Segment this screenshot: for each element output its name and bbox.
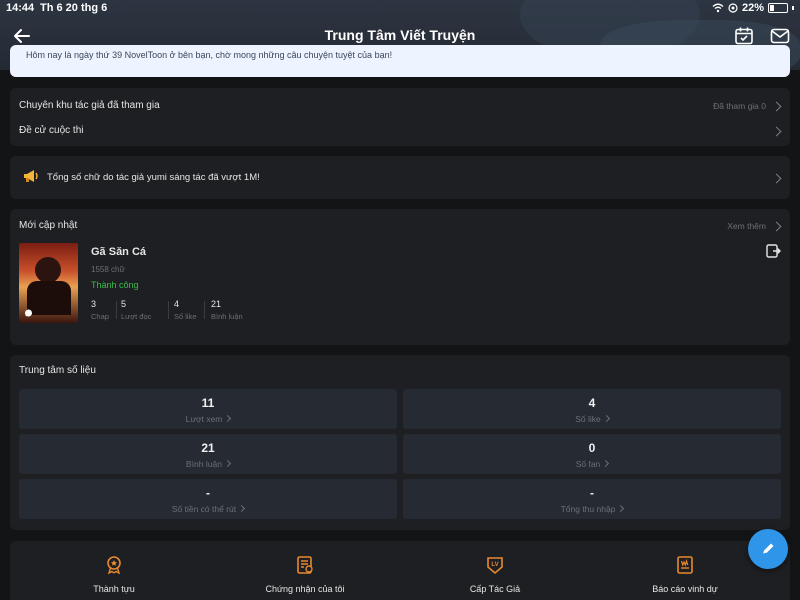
- author-level-label: Cấp Tác Giả: [469, 584, 521, 594]
- status-date: Th 6 20 thg 6: [40, 2, 108, 14]
- story-word-count: 1558 chữ: [91, 265, 125, 274]
- stat-fans-label: Số fan: [403, 459, 781, 469]
- my-certificates-button[interactable]: Chứng nhận của tôi: [235, 555, 375, 594]
- story-stat: 4 Số like: [174, 299, 204, 321]
- story-cover-figure: [35, 257, 61, 283]
- story-stat: 3 Chap: [91, 299, 115, 321]
- author-level-icon: LV: [487, 557, 503, 575]
- svg-text:LV: LV: [491, 562, 498, 568]
- story-stat-value: 4: [174, 299, 180, 309]
- calendar-button[interactable]: [733, 25, 755, 47]
- status-indicators: 22%: [712, 2, 794, 14]
- author-menu-card: Chuyên khu tác giả đã tham gia Đã tham g…: [10, 88, 790, 146]
- announcement-text: Tổng số chữ do tác giả yumi sáng tác đã …: [47, 172, 260, 183]
- chevron-right-icon: [771, 221, 782, 232]
- story-name[interactable]: Gã Săn Cá: [91, 246, 146, 258]
- story-stat: 21 Bình luận: [211, 299, 255, 321]
- pencil-icon: [762, 543, 774, 555]
- battery-nub: [792, 6, 794, 10]
- comment-icon: [25, 309, 32, 317]
- see-more-link[interactable]: Xem thêm: [727, 221, 766, 231]
- achievements-button[interactable]: Thành tựu: [44, 555, 184, 594]
- stat-likes-label: Số like: [403, 414, 781, 424]
- contest-nomination-row[interactable]: Đề cử cuộc thi: [10, 123, 790, 139]
- stat-views-label: Lượt xem: [19, 414, 397, 424]
- stat-fans-value: 0: [588, 441, 596, 455]
- recent-updates-card: Mới cập nhật Xem thêm Gã Săn Cá 1558 chữ…: [10, 209, 790, 345]
- story-stat-label: Số like: [174, 312, 197, 321]
- mail-icon: [770, 28, 790, 44]
- stat-total-income-value: -: [590, 486, 594, 500]
- author-level-button[interactable]: LV Cấp Tác Giả: [425, 555, 565, 594]
- story-stats: 3 Chap 5 Lượt đọc 4 Số like 21 Bình luận: [91, 299, 291, 323]
- page-title: Trung Tâm Viết Truyện: [324, 27, 476, 43]
- stat-withdrawable[interactable]: - Số tiền có thể rút: [19, 479, 397, 519]
- stat-views-value: 11: [201, 396, 215, 410]
- story-stat-label: Chap: [91, 312, 109, 321]
- stat-total-income[interactable]: - Tổng thu nhập: [403, 479, 781, 519]
- stat-comments-label: Bình luận: [19, 459, 397, 469]
- welcome-banner-text: Hôm nay là ngày thứ 39 NovelToon ở bên b…: [26, 50, 393, 60]
- my-certificates-label: Chứng nhận của tôi: [265, 584, 345, 594]
- medal-icon: [107, 556, 121, 575]
- story-stat-value: 3: [91, 299, 97, 309]
- battery-icon: [768, 3, 788, 13]
- story-stat-value: 21: [211, 299, 222, 309]
- export-icon[interactable]: [765, 243, 781, 259]
- chevron-right-icon: [771, 101, 782, 112]
- honor-report-label: Báo cáo vinh dự: [652, 584, 718, 594]
- stat-comments-value: 21: [201, 441, 215, 455]
- chevron-right-icon: [771, 173, 782, 184]
- mail-button[interactable]: [769, 25, 791, 47]
- status-time: 14:44: [6, 2, 35, 14]
- battery-percent: 22%: [741, 2, 764, 14]
- honor-report-button[interactable]: Báo cáo vinh dự: [615, 555, 755, 594]
- author-zone-label: Chuyên khu tác giả đã tham gia: [19, 100, 160, 111]
- stat-likes[interactable]: 4 Số like: [403, 389, 781, 429]
- story-stat-label: Lượt đọc: [121, 312, 152, 321]
- status-bar: 14:44 Th 6 20 thg 6 22%: [0, 0, 800, 16]
- stat-withdrawable-label: Số tiền có thể rút: [19, 504, 397, 514]
- stat-total-income-label: Tổng thu nhập: [403, 504, 781, 514]
- chevron-right-icon: [771, 126, 782, 137]
- stat-withdrawable-value: -: [206, 486, 210, 500]
- stat-views[interactable]: 11 Lượt xem: [19, 389, 397, 429]
- stat-divider: [116, 301, 117, 319]
- story-stat: 5 Lượt đọc: [121, 299, 161, 321]
- story-stat-value: 5: [121, 299, 127, 309]
- author-zone-count: Đã tham gia 0: [713, 101, 766, 111]
- certificate-icon: [297, 556, 313, 574]
- recent-updates-title: Mới cập nhật: [19, 220, 78, 231]
- stat-comments[interactable]: 21 Bình luận: [19, 434, 397, 474]
- stat-divider: [204, 301, 205, 319]
- wifi-icon: [712, 3, 724, 13]
- megaphone-icon: [24, 170, 38, 182]
- stat-divider: [168, 301, 169, 319]
- author-zone-row[interactable]: Chuyên khu tác giả đã tham gia Đã tham g…: [10, 98, 790, 114]
- story-cover[interactable]: [19, 243, 78, 323]
- location-icon: [728, 3, 738, 13]
- write-fab-button[interactable]: [748, 529, 788, 569]
- stat-fans[interactable]: 0 Số fan: [403, 434, 781, 474]
- welcome-banner: Hôm nay là ngày thứ 39 NovelToon ở bên b…: [10, 45, 790, 77]
- data-center-card: Trung tâm số liệu 11 Lượt xem 4 Số like …: [10, 355, 790, 530]
- story-cover-figure-body: [27, 281, 71, 315]
- calendar-check-icon: [735, 27, 753, 45]
- data-center-title: Trung tâm số liệu: [19, 365, 96, 376]
- story-stat-label: Bình luận: [211, 312, 243, 321]
- stat-likes-value: 4: [588, 396, 596, 410]
- story-status: Thành công: [91, 280, 139, 290]
- announcement-card[interactable]: Tổng số chữ do tác giả yumi sáng tác đã …: [10, 156, 790, 199]
- honor-report-icon: [677, 556, 693, 574]
- contest-nomination-label: Đề cử cuộc thi: [19, 125, 84, 136]
- achievements-label: Thành tựu: [93, 584, 135, 594]
